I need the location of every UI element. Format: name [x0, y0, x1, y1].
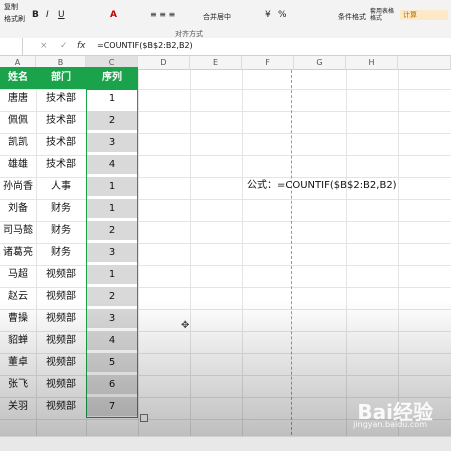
col-header-h[interactable]: H [346, 56, 398, 70]
table-row[interactable]: 佩佩 [0, 111, 36, 130]
col-header-d[interactable]: D [138, 56, 190, 70]
table-row[interactable]: 凯凯 [0, 133, 36, 152]
table-row[interactable]: 2 [86, 221, 138, 240]
table-row[interactable]: 雄雄 [0, 155, 36, 174]
sheet-tab-bar [0, 436, 451, 451]
table-row[interactable]: 赵云 [0, 287, 36, 306]
table-row[interactable]: 唐唐 [0, 89, 36, 108]
table-style-button[interactable]: 套用表格格式 [370, 8, 398, 22]
table-row[interactable]: 3 [86, 133, 138, 152]
table-row[interactable]: 人事 [36, 177, 86, 196]
percent-button[interactable]: % [278, 10, 287, 20]
table-row[interactable]: 2 [86, 287, 138, 306]
cursor-icon: ✥ [181, 320, 190, 331]
table-row[interactable]: 孙尚香 [0, 177, 36, 196]
table-row[interactable]: 2 [86, 111, 138, 130]
table-row[interactable]: 技术部 [36, 89, 86, 108]
enter-icon[interactable]: ✓ [60, 41, 68, 51]
table-row[interactable]: 马超 [0, 265, 36, 284]
currency-button[interactable]: ¥ [265, 10, 271, 20]
table-row[interactable]: 1 [86, 177, 138, 196]
table-row[interactable]: 视频部 [36, 287, 86, 306]
table-row[interactable]: 3 [86, 309, 138, 328]
table-row[interactable]: 张飞 [0, 375, 36, 394]
table-row[interactable]: 4 [86, 155, 138, 174]
table-row[interactable]: 1 [86, 265, 138, 284]
formula-annotation: 公式：=COUNTIF($B$2:B2,B2) [247, 180, 397, 191]
table-row[interactable]: 董卓 [0, 353, 36, 372]
header-dept[interactable]: 部门 [36, 67, 86, 89]
table-row[interactable]: 视频部 [36, 353, 86, 372]
formula-bar: × ✓ fx =COUNTIF($B$2:B2,B2) [0, 38, 451, 56]
autofill-handle[interactable] [140, 414, 148, 422]
copy-button[interactable]: 复制 [4, 2, 18, 12]
table-row[interactable]: 技术部 [36, 133, 86, 152]
bold-button[interactable]: B [32, 10, 39, 20]
col-header-e[interactable]: E [190, 56, 242, 70]
italic-button[interactable]: I [46, 10, 49, 20]
table-row[interactable]: 视频部 [36, 375, 86, 394]
table-row[interactable]: 曹操 [0, 309, 36, 328]
table-row[interactable]: 7 [86, 397, 138, 416]
table-row[interactable]: 3 [86, 243, 138, 262]
table-row[interactable]: 刘备 [0, 199, 36, 218]
ribbon-toolbar: 复制 格式刷 B I U A ≡ ≡ ≡ 合并居中 ¥ % 条件格式 套用表格格… [0, 0, 451, 39]
font-color-button[interactable]: A [110, 10, 117, 20]
header-seq[interactable]: 序列 [86, 67, 138, 89]
col-header-f[interactable]: F [242, 56, 294, 70]
conditional-format-button[interactable]: 条件格式 [338, 12, 366, 22]
table-row[interactable]: 视频部 [36, 309, 86, 328]
cancel-icon[interactable]: × [40, 41, 48, 51]
table-row[interactable]: 技术部 [36, 111, 86, 130]
align-buttons[interactable]: ≡ ≡ ≡ [150, 10, 175, 19]
header-name[interactable]: 姓名 [0, 67, 36, 89]
formula-input[interactable]: =COUNTIF($B$2:B2,B2) [97, 41, 193, 50]
table-row[interactable]: 关羽 [0, 397, 36, 416]
col-header-extra [398, 56, 451, 70]
table-row[interactable]: 1 [86, 89, 138, 108]
table-row[interactable]: 司马懿 [0, 221, 36, 240]
table-row[interactable]: 财务 [36, 243, 86, 262]
table-row[interactable]: 诸葛亮 [0, 243, 36, 262]
fx-icon[interactable]: fx [77, 41, 86, 51]
table-row[interactable]: 5 [86, 353, 138, 372]
table-row[interactable]: 貂蝉 [0, 331, 36, 350]
table-row[interactable]: 视频部 [36, 397, 86, 416]
watermark-url: jingyan.baidu.com [353, 420, 427, 429]
table-row[interactable]: 技术部 [36, 155, 86, 174]
table-row[interactable]: 财务 [36, 199, 86, 218]
table-row[interactable]: 6 [86, 375, 138, 394]
col-header-g[interactable]: G [294, 56, 346, 70]
format-painter-button[interactable]: 格式刷 [4, 14, 25, 24]
table-row[interactable]: 视频部 [36, 265, 86, 284]
table-row[interactable]: 1 [86, 199, 138, 218]
cell-style-calc[interactable]: 计算 [400, 10, 448, 20]
name-box[interactable] [0, 38, 23, 55]
table-row[interactable]: 视频部 [36, 331, 86, 350]
table-row[interactable]: 4 [86, 331, 138, 350]
table-row[interactable]: 财务 [36, 221, 86, 240]
underline-button[interactable]: U [58, 10, 65, 20]
merge-center-button[interactable]: 合并居中 [203, 12, 231, 22]
